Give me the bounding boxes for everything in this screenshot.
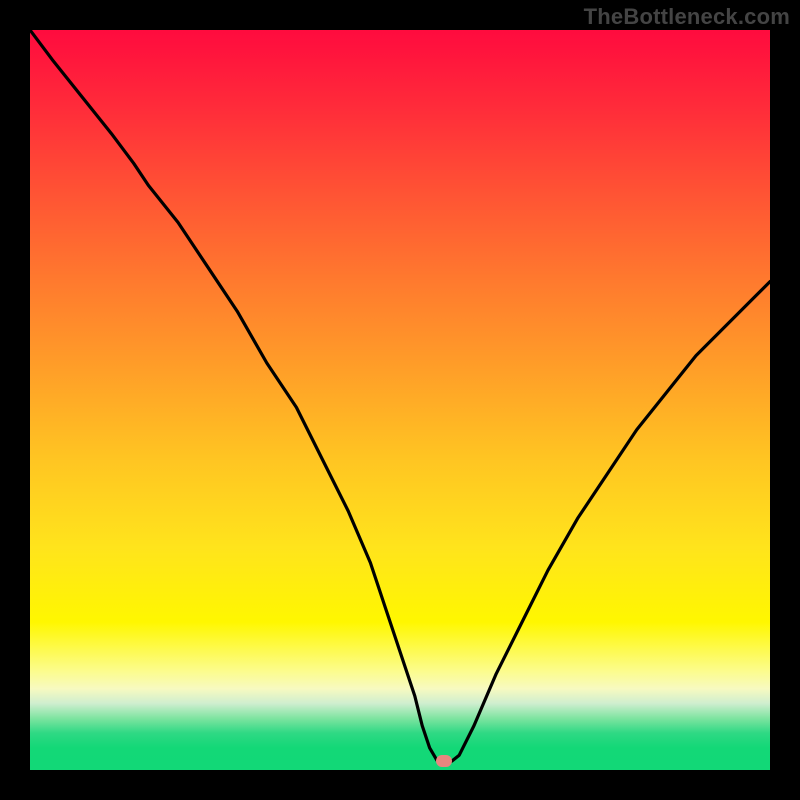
plot-area (30, 30, 770, 770)
bottleneck-curve-svg (30, 30, 770, 770)
optimal-marker (436, 755, 452, 767)
watermark-text: TheBottleneck.com (584, 4, 790, 30)
chart-frame: TheBottleneck.com (0, 0, 800, 800)
bottleneck-curve-path (30, 30, 770, 761)
